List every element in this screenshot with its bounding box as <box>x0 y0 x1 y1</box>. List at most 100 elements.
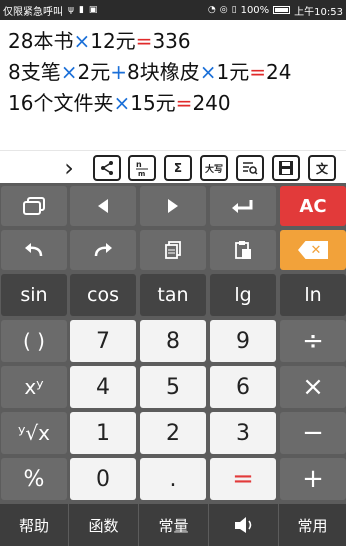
share-icon <box>101 161 113 175</box>
image-icon: ▣ <box>88 4 98 15</box>
equals-sign: = <box>135 29 153 53</box>
digit-9-button[interactable]: 9 <box>210 320 276 362</box>
expression-line-1: 28本书×12元=336 <box>8 26 338 57</box>
save-button[interactable] <box>272 155 300 181</box>
digit-8-button[interactable]: 8 <box>140 320 206 362</box>
usb-icon: ψ <box>68 4 74 15</box>
redo-icon <box>94 243 112 257</box>
carrier-text: 仅限紧急呼叫 <box>3 6 63 18</box>
ln-button[interactable]: ln <box>280 274 346 316</box>
multiply-button[interactable]: × <box>280 366 346 408</box>
window-mode-button[interactable] <box>1 186 67 226</box>
status-bar: 仅限紧急呼叫 ψ ▮ ▣ ◔ ◎ ▯ 100% 上午10:53 <box>0 0 346 20</box>
digit-2-button[interactable]: 2 <box>140 412 206 454</box>
functions-button[interactable]: 函数 <box>69 504 138 546</box>
cos-button[interactable]: cos <box>70 274 136 316</box>
tan-button[interactable]: tan <box>140 274 206 316</box>
equals-sign: = <box>249 60 266 84</box>
redo-button[interactable] <box>70 230 136 270</box>
digit-5-button[interactable]: 5 <box>140 366 206 408</box>
keypad: AC ✕ sin cos tan lg ln ( ) 7 8 9 ÷ xʸ 4 … <box>0 183 346 546</box>
location-icon: ◎ <box>219 4 228 15</box>
equals-button[interactable]: = <box>210 458 276 500</box>
window-icon <box>23 197 45 215</box>
result: 336 <box>152 29 191 53</box>
clock-text: 上午10:53 <box>294 6 343 18</box>
enter-icon <box>232 200 253 213</box>
digit-6-button[interactable]: 6 <box>210 366 276 408</box>
operand: 28本书 <box>8 29 74 53</box>
expression-line-3: 16个文件夹×15元=240 <box>8 88 338 119</box>
operand: 2元 <box>77 60 111 84</box>
parentheses-button[interactable]: ( ) <box>1 320 67 362</box>
speaker-icon <box>234 517 251 533</box>
operand: 8块橡皮 <box>127 60 200 84</box>
clear-all-button[interactable]: AC <box>280 186 346 226</box>
save-icon <box>279 161 293 175</box>
chevron-right-icon[interactable]: › <box>61 155 77 181</box>
percent-button[interactable]: % <box>1 458 67 500</box>
combination-button[interactable]: nm <box>128 155 156 181</box>
sd-card-icon: ▮ <box>78 4 84 15</box>
battery-icon <box>273 6 291 14</box>
divide-button[interactable]: ÷ <box>280 320 346 362</box>
operator: × <box>60 60 78 84</box>
digit-4-button[interactable]: 4 <box>70 366 136 408</box>
battery-percent: 100% <box>240 4 270 16</box>
root-button[interactable]: ʸ√x <box>1 412 67 454</box>
wifi-icon: ◔ <box>207 4 216 15</box>
operand: 16个文件夹 <box>8 91 114 115</box>
paste-button[interactable] <box>210 230 276 270</box>
enter-button[interactable] <box>210 186 276 226</box>
copy-button[interactable] <box>140 230 206 270</box>
operand: 1元 <box>216 60 250 84</box>
digit-3-button[interactable]: 3 <box>210 412 276 454</box>
sin-button[interactable]: sin <box>1 274 67 316</box>
triangle-right-icon <box>168 199 178 213</box>
history-search-icon <box>243 162 258 175</box>
help-button[interactable]: 帮助 <box>0 504 68 546</box>
operand: 12元 <box>90 29 136 53</box>
decimal-point-button[interactable]: . <box>140 458 206 500</box>
history-search-button[interactable] <box>236 155 264 181</box>
backspace-button[interactable]: ✕ <box>280 230 346 270</box>
operator: × <box>73 29 91 53</box>
voice-button[interactable] <box>209 504 278 546</box>
digit-7-button[interactable]: 7 <box>70 320 136 362</box>
text-mode-button[interactable]: 文 <box>308 155 336 181</box>
operator: × <box>113 91 131 115</box>
triangle-left-icon <box>98 199 108 213</box>
cursor-right-button[interactable] <box>140 186 206 226</box>
operator: × <box>199 60 217 84</box>
share-button[interactable] <box>93 155 121 181</box>
sum-button[interactable]: Σ <box>164 155 192 181</box>
digit-1-button[interactable]: 1 <box>70 412 136 454</box>
undo-icon <box>25 243 43 257</box>
lg-button[interactable]: lg <box>210 274 276 316</box>
minus-button[interactable]: − <box>280 412 346 454</box>
combination-icon: nm <box>136 160 148 177</box>
cursor-left-button[interactable] <box>70 186 136 226</box>
expression-line-2: 8支笔×2元+8块橡皮×1元=24 <box>8 57 338 88</box>
equals-sign: = <box>175 91 193 115</box>
operand: 8支笔 <box>8 60 61 84</box>
digit-0-button[interactable]: 0 <box>70 458 136 500</box>
operand: 15元 <box>130 91 176 115</box>
constants-button[interactable]: 常量 <box>139 504 208 546</box>
power-button[interactable]: xʸ <box>1 366 67 408</box>
plus-button[interactable]: + <box>280 458 346 500</box>
paste-icon <box>235 241 251 259</box>
copy-icon <box>165 241 181 259</box>
expression-display[interactable]: 28本书×12元=336 8支笔×2元+8块橡皮×1元=24 16个文件夹×15… <box>0 20 346 150</box>
no-sim-icon: ▯ <box>231 4 237 15</box>
undo-button[interactable] <box>1 230 67 270</box>
svg-text:m: m <box>138 170 145 177</box>
svg-text:n: n <box>136 160 142 169</box>
backspace-icon: ✕ <box>298 241 328 259</box>
common-button[interactable]: 常用 <box>279 504 346 546</box>
result: 24 <box>266 60 292 84</box>
operator: + <box>110 60 127 84</box>
result: 240 <box>192 91 231 115</box>
capital-amount-button[interactable]: 大写 <box>200 155 228 181</box>
toolbar: › nm Σ 大写 文 <box>0 150 346 183</box>
